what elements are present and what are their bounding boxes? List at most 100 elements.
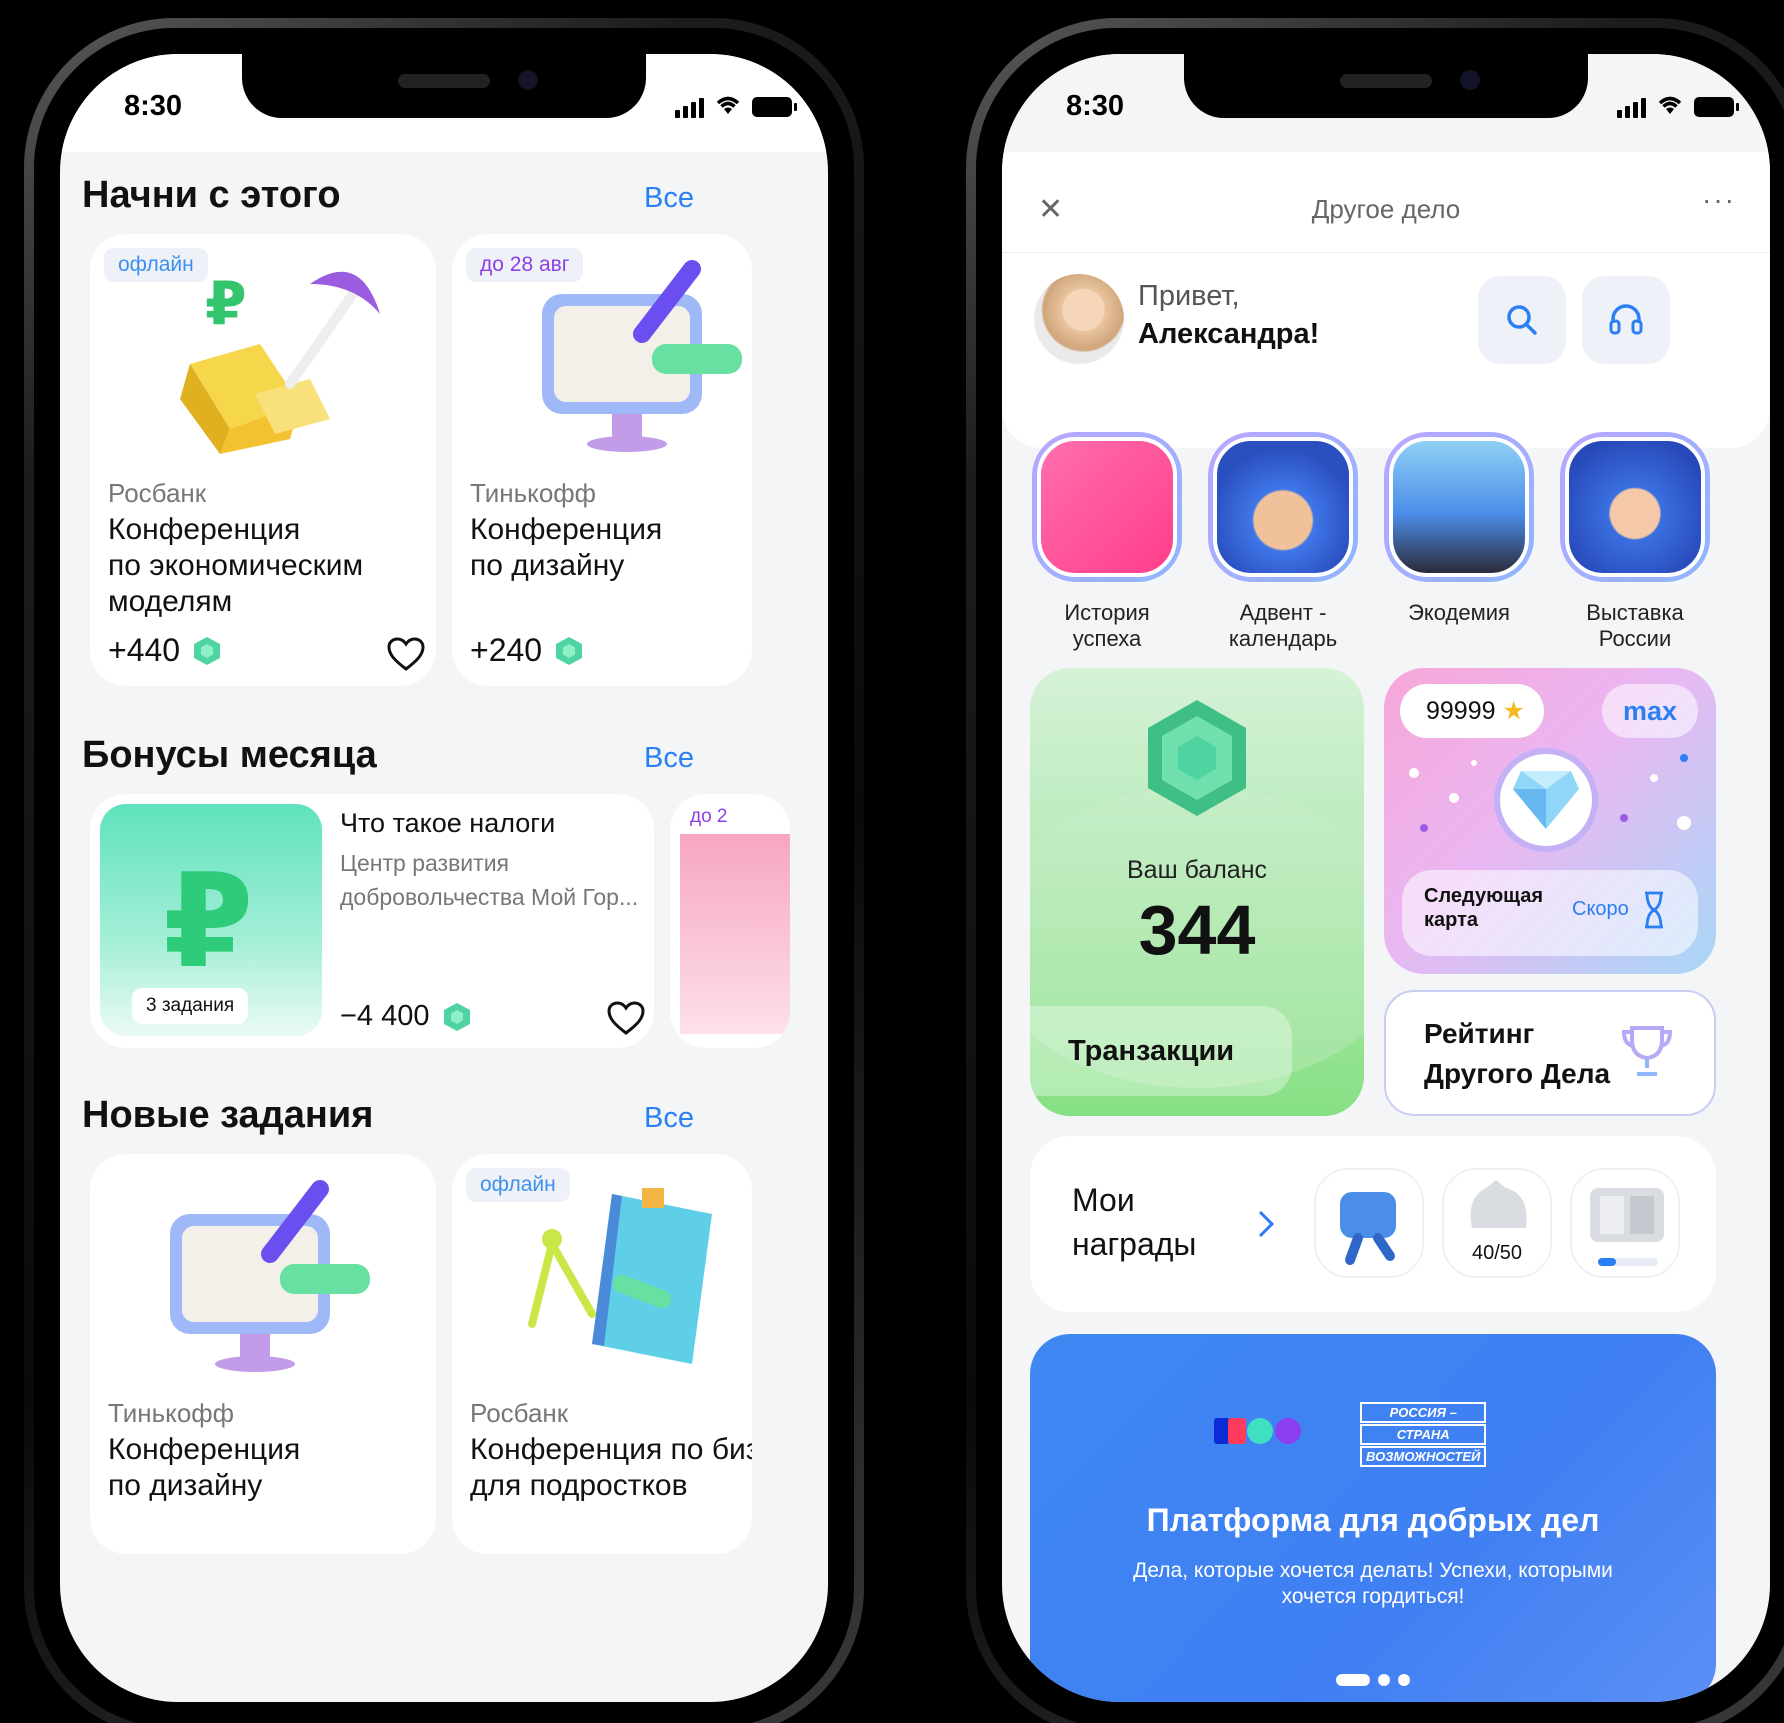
story-advent[interactable]: Адвент - календарь	[1208, 432, 1358, 652]
section-title-bonuses: Бонусы месяца	[82, 734, 377, 776]
favorite-heart-icon[interactable]	[386, 636, 426, 672]
notch	[1184, 54, 1588, 118]
see-all-start-link[interactable]: Все	[644, 182, 694, 215]
svg-text:₽: ₽	[205, 269, 247, 339]
award-item[interactable]	[1570, 1168, 1680, 1278]
see-all-new-tasks-link[interactable]: Все	[644, 1102, 694, 1135]
rating-card[interactable]: Рейтинг Другого Дела	[1384, 990, 1716, 1116]
section-title-new-tasks: Новые задания	[82, 1094, 374, 1136]
story-ring	[1208, 432, 1358, 582]
card-title-line: Конференция	[108, 513, 301, 546]
score-pill: 99999 ★	[1400, 684, 1544, 738]
transactions-button[interactable]: Транзакции	[1030, 1006, 1292, 1096]
card-title-line: Конференция по биз	[470, 1433, 752, 1466]
bonus-org-line: Центр развития	[340, 850, 509, 876]
support-button[interactable]	[1582, 276, 1670, 364]
search-icon	[1507, 305, 1537, 335]
task-card[interactable]: офлайн Росбанк Конференция по биз для по…	[452, 1154, 752, 1554]
phone-right: 8:30 ✕ Другое дело ··· Привет, Александр…	[966, 18, 1784, 1723]
app-header: ✕ Другое дело ··· Привет, Александра!	[1002, 152, 1770, 448]
hourglass-icon	[1645, 891, 1663, 929]
more-menu-icon[interactable]: ···	[1702, 184, 1736, 216]
phone-left: 8:30 Начни с этого Все офлайн ₽ Росбанк …	[24, 18, 864, 1723]
screen-right: 8:30 ✕ Другое дело ··· Привет, Александр…	[1002, 54, 1770, 1702]
chevron-right-icon[interactable]	[1256, 1208, 1276, 1240]
banner-title: Платформа для добрых дел	[1146, 1502, 1600, 1538]
my-awards-card[interactable]: Мои награды 40/50	[1030, 1136, 1716, 1312]
points-value: +240	[470, 632, 543, 668]
task-card[interactable]: до 28 авг Тинькофф Конференция по дизайн…	[452, 234, 752, 686]
dobro-logo	[1214, 1418, 1301, 1444]
story-exhibition[interactable]: Выставка России	[1560, 432, 1710, 652]
headset-icon	[1609, 304, 1643, 335]
character-blue-hair-icon	[1565, 437, 1705, 577]
phone-bezel: 8:30 ✕ Другое дело ··· Привет, Александр…	[976, 28, 1784, 1723]
balance-value: 344	[1138, 891, 1256, 969]
card-points: +240	[470, 632, 584, 669]
award-progress-fill	[1598, 1258, 1616, 1266]
story-label: История успеха	[1064, 600, 1150, 651]
signal-icon	[675, 96, 704, 118]
greeting-line: Привет,	[1138, 280, 1240, 312]
gem-icon	[556, 636, 583, 665]
screen-left: 8:30 Начни с этого Все офлайн ₽ Росбанк …	[60, 54, 828, 1702]
award-locked-book-icon	[1590, 1188, 1664, 1242]
status-time: 8:30	[124, 90, 183, 122]
phone-bezel: 8:30 Начни с этого Все офлайн ₽ Росбанк …	[34, 28, 854, 1723]
gem-icon	[1148, 700, 1246, 816]
card-gem	[1494, 748, 1598, 852]
battery-icon	[752, 97, 797, 117]
deadline-tag: до 2	[690, 806, 728, 827]
card-title-line: по дизайну	[470, 549, 625, 582]
rating-title: Рейтинг Другого Дела	[1424, 1018, 1611, 1089]
card-org: Росбанк	[470, 1398, 569, 1428]
card-points: +440	[108, 632, 222, 669]
promo-banner[interactable]: РОССИЯ – СТРАНА ВОЗМОЖНОСТЕЙ Платформа д…	[1030, 1334, 1716, 1702]
wifi-icon	[1656, 94, 1684, 120]
card-title-line: моделям	[108, 585, 233, 618]
see-all-bonuses-link[interactable]: Все	[644, 742, 694, 775]
section-title-start: Начни с этого	[82, 174, 341, 216]
gold-pickaxe-icon: ₽	[180, 269, 380, 454]
story-success[interactable]: История успеха	[1032, 432, 1182, 652]
trophy-icon	[1621, 1026, 1673, 1076]
battery-icon	[1694, 97, 1739, 117]
task-card[interactable]: Тинькофф Конференция по дизайну	[90, 1154, 436, 1554]
trophy-heart-icon	[1037, 437, 1177, 577]
task-card[interactable]: офлайн ₽ Росбанк Конференция по экономич…	[90, 234, 436, 686]
story-ring	[1032, 432, 1182, 582]
award-item[interactable]	[1314, 1168, 1424, 1278]
tasks-count-badge: 3 задания	[132, 988, 249, 1024]
award-item[interactable]: 40/50	[1442, 1168, 1552, 1278]
avatar[interactable]	[1034, 274, 1124, 364]
card-org: Росбанк	[108, 478, 207, 508]
card-org: Тинькофф	[470, 478, 597, 508]
bonus-image: ₽ 3 задания	[100, 804, 322, 1036]
monitor-pen-icon	[170, 1180, 370, 1372]
award-progress-bar	[1598, 1258, 1658, 1266]
next-card-label: Следующая карта	[1424, 885, 1544, 931]
bonus-card[interactable]: ₽ 3 задания Что такое налоги Центр разви…	[90, 794, 654, 1048]
story-ring	[1384, 432, 1534, 582]
story-ecodemia[interactable]: Экодемия	[1384, 432, 1534, 626]
card-title-line: по экономическим	[108, 549, 364, 582]
loyalty-card[interactable]: 99999 ★ max Следующая карта Скоро	[1384, 668, 1716, 974]
diamond-icon	[1513, 771, 1579, 829]
bonus-card-peek[interactable]: до 2	[670, 794, 790, 1048]
carousel-dots[interactable]	[1030, 1674, 1716, 1686]
card-title-line: по дизайну	[108, 1469, 263, 1502]
next-card-row[interactable]: Следующая карта Скоро	[1402, 870, 1698, 956]
bonus-org-line: добровольчества Мой Гор...	[340, 884, 639, 910]
star-icon: ★	[1502, 697, 1525, 725]
award-progress: 40/50	[1471, 1242, 1523, 1264]
card-title-line: для подростков	[470, 1469, 688, 1502]
banner-subtitle: Дела, которые хочется делать! Успехи, ко…	[1133, 1559, 1613, 1608]
favorite-heart-icon[interactable]	[606, 1000, 646, 1036]
balance-card[interactable]: Ваш баланс 344 Транзакции	[1030, 668, 1364, 1116]
bonus-title: Что такое налоги	[340, 808, 556, 838]
score-value: 99999	[1426, 697, 1496, 725]
divider	[1002, 252, 1770, 253]
search-button[interactable]	[1478, 276, 1566, 364]
bonus-points: −4 400	[340, 1000, 472, 1033]
svg-text:₽: ₽	[163, 856, 253, 986]
